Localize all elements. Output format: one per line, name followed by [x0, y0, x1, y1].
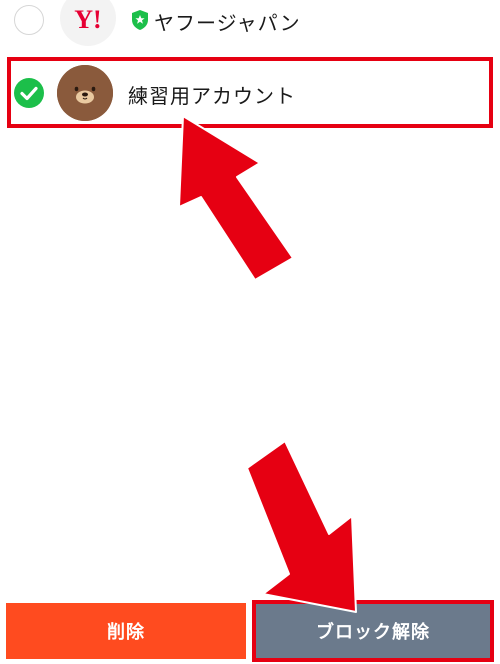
account-name: ヤフージャパン: [154, 11, 301, 35]
account-name: 練習用アカウント: [128, 84, 296, 108]
yahoo-logo-icon: Y!: [74, 5, 101, 34]
brown-bear-avatar: [57, 65, 113, 121]
bear-face-icon: [57, 65, 113, 121]
unblock-button[interactable]: ブロック解除: [256, 603, 490, 659]
arrow-up-left-icon: [178, 115, 294, 281]
svg-text:Y!: Y!: [74, 5, 101, 34]
delete-button[interactable]: 削除: [6, 603, 246, 659]
list-item-yahoo-japan[interactable]: Y! ヤフージャパン: [0, 0, 500, 48]
check-icon: [20, 86, 38, 101]
yahoo-logo-avatar: Y!: [60, 0, 116, 46]
select-radio-checked[interactable]: [14, 78, 44, 108]
verified-shield-icon: [132, 10, 148, 30]
arrow-down-right-icon: [246, 440, 357, 613]
select-radio-unchecked[interactable]: [14, 5, 44, 35]
blocked-accounts-screen: Y! ヤフージャパン 練習用アカウント 削除 ブロック解除: [0, 0, 500, 664]
